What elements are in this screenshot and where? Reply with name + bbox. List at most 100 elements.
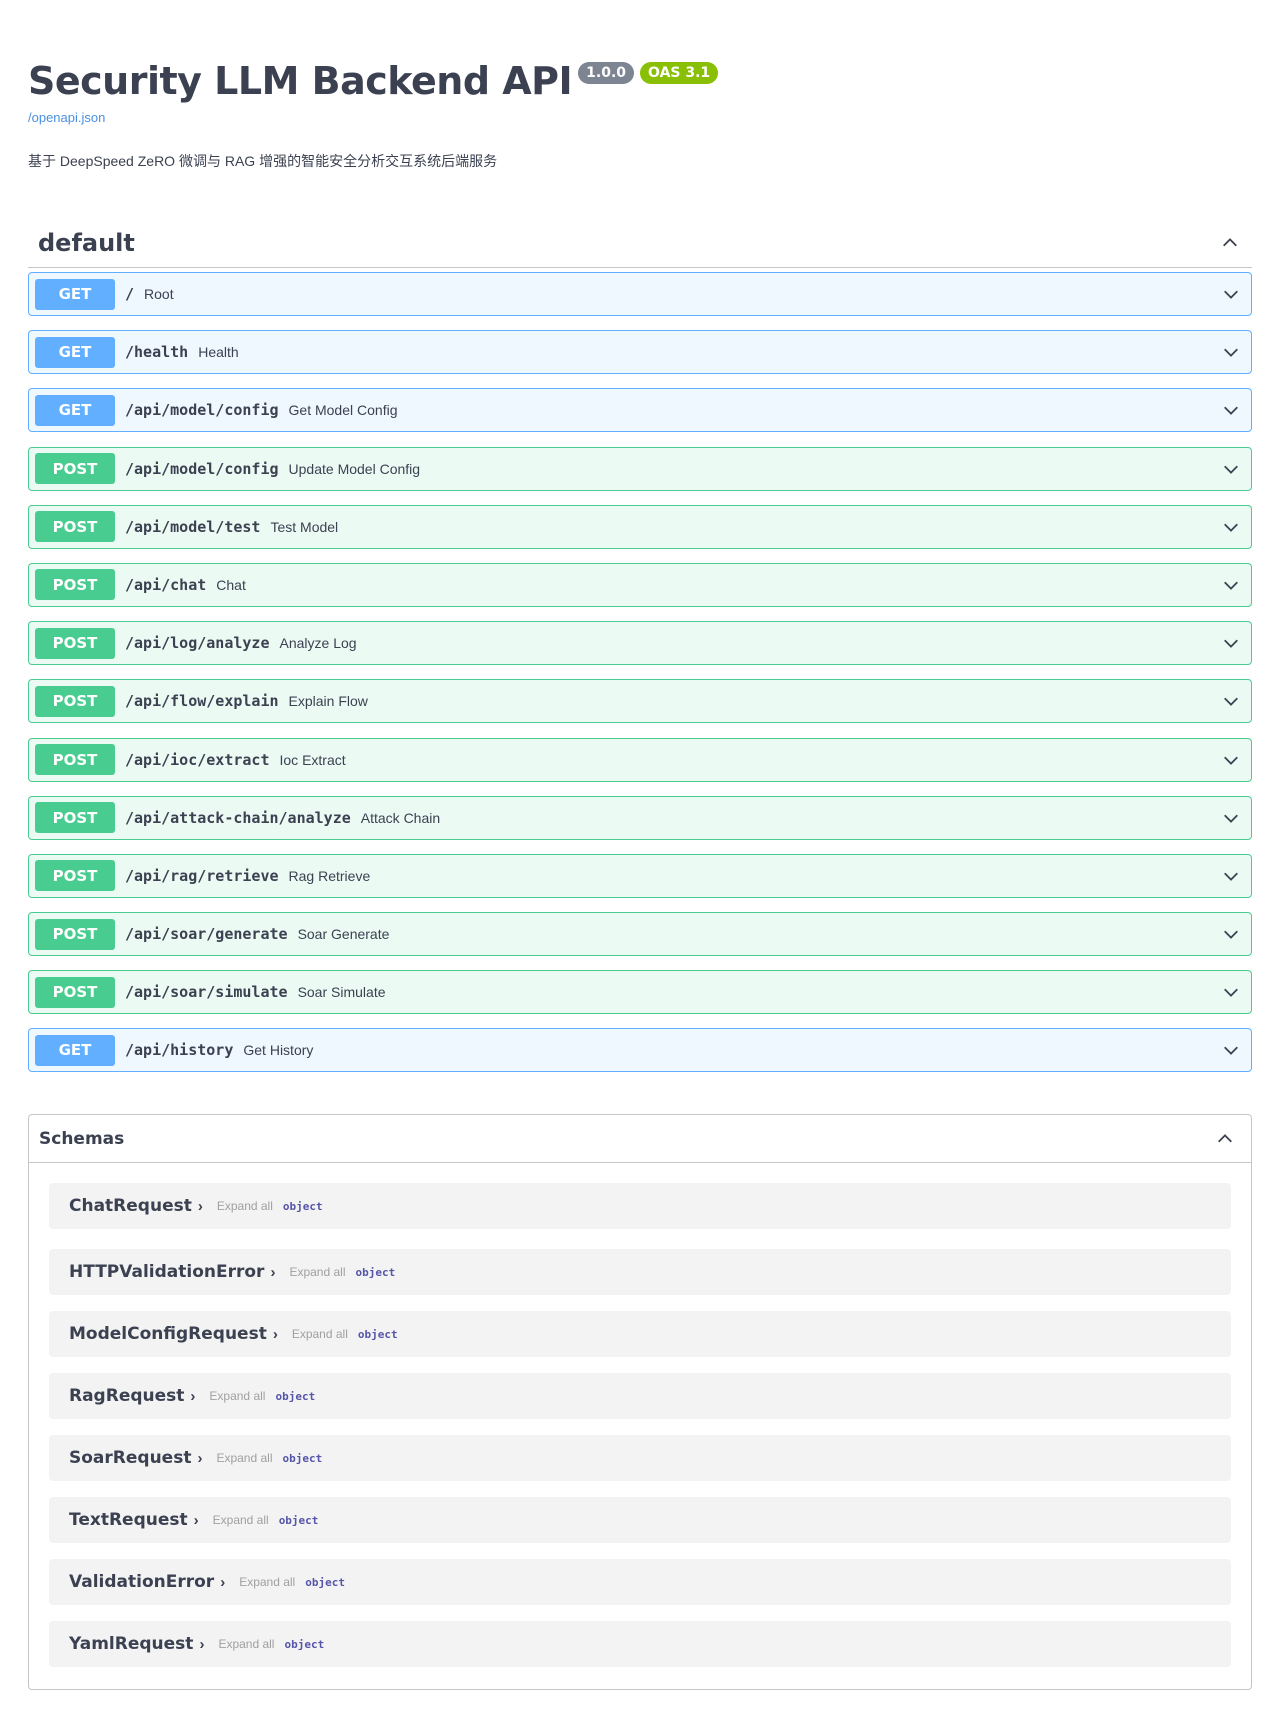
chevron-down-icon[interactable] [1221, 1040, 1241, 1060]
schemas-title: Schemas [39, 1128, 125, 1149]
operation-summary: Test Model [270, 518, 339, 535]
schema-type: object [355, 1265, 396, 1279]
title-row: Security LLM Backend API 1.0.0 OAS 3.1 [28, 56, 1252, 106]
operation-path: /api/chat [125, 575, 207, 594]
method-badge: GET [35, 1034, 115, 1066]
operation-path: /api/soar/simulate [125, 983, 288, 1002]
expand-all-button[interactable]: Expand all [292, 1327, 348, 1341]
chevron-down-icon[interactable] [1221, 459, 1241, 479]
expand-all-button[interactable]: Expand all [239, 1575, 295, 1589]
operation-path: / [125, 285, 135, 303]
operation-row[interactable]: POST/api/model/test Test Model [28, 504, 1252, 549]
operation-path: /api/model/test [125, 517, 261, 536]
api-title: Security LLM Backend API [28, 59, 573, 103]
operation-path: /api/soar/generate [125, 925, 288, 944]
schemas-header[interactable]: Schemas [29, 1115, 1251, 1163]
schema-name[interactable]: RagRequest [69, 1386, 184, 1406]
expand-all-button[interactable]: Expand all [289, 1265, 345, 1279]
operation-path: /api/ioc/extract [125, 750, 270, 769]
chevron-down-icon[interactable] [1221, 750, 1241, 770]
schemas-section: Schemas ChatRequest › Expand all object HTTP… [28, 1114, 1252, 1690]
chevron-down-icon[interactable] [1221, 691, 1241, 711]
chevron-right-icon[interactable]: › [199, 1636, 204, 1653]
openapi-json-link[interactable]: /openapi.json [28, 110, 1252, 125]
operation-summary: Update Model Config [288, 460, 421, 477]
operation-row[interactable]: GET/health Health [28, 330, 1252, 375]
chevron-down-icon[interactable] [1221, 575, 1241, 595]
operation-summary: Soar Simulate [297, 984, 386, 1001]
operation-row[interactable]: GET/api/model/config Get Model Config [28, 388, 1252, 433]
chevron-down-icon[interactable] [1221, 633, 1241, 653]
expand-all-button[interactable]: Expand all [209, 1389, 265, 1403]
chevron-right-icon[interactable]: › [220, 1574, 225, 1591]
schema-name[interactable]: TextRequest [69, 1510, 188, 1530]
method-badge: POST [35, 511, 115, 543]
expand-all-button[interactable]: Expand all [217, 1199, 273, 1213]
expand-all-button[interactable]: Expand all [213, 1513, 269, 1527]
chevron-right-icon[interactable]: › [197, 1450, 202, 1467]
schema-name[interactable]: ChatRequest [69, 1196, 192, 1216]
chevron-down-icon[interactable] [1221, 342, 1241, 362]
operation-row[interactable]: GET/api/history Get History [28, 1028, 1252, 1073]
chevron-right-icon[interactable]: › [190, 1388, 195, 1405]
chevron-up-icon[interactable] [1220, 233, 1240, 253]
operation-row[interactable]: POST/api/soar/simulate Soar Simulate [28, 970, 1252, 1015]
operation-row[interactable]: POST/api/flow/explain Explain Flow [28, 679, 1252, 724]
schema-row[interactable]: YamlRequest › Expand all object [49, 1621, 1231, 1667]
method-badge: GET [35, 336, 115, 368]
operation-summary: Get Model Config [288, 402, 398, 419]
chevron-down-icon[interactable] [1221, 866, 1241, 886]
version-badge: 1.0.0 [578, 62, 635, 84]
api-info: Security LLM Backend API 1.0.0 OAS 3.1 /… [28, 56, 1252, 171]
operation-path: /api/log/analyze [125, 634, 270, 653]
operation-row[interactable]: POST/api/chat Chat [28, 562, 1252, 607]
operation-summary: Rag Retrieve [288, 867, 371, 884]
expand-all-button[interactable]: Expand all [216, 1451, 272, 1465]
operation-path: /api/model/config [125, 401, 279, 420]
operation-path: /api/history [125, 1041, 234, 1060]
operation-row[interactable]: POST/api/log/analyze Analyze Log [28, 621, 1252, 666]
schema-name[interactable]: ValidationError [69, 1572, 214, 1592]
schema-row[interactable]: HTTPValidationError › Expand all object [49, 1249, 1231, 1295]
chevron-down-icon[interactable] [1221, 924, 1241, 944]
operation-path: /api/flow/explain [125, 692, 279, 711]
schema-row[interactable]: TextRequest › Expand all object [49, 1497, 1231, 1543]
operation-row[interactable]: GET / Root [28, 272, 1252, 316]
method-badge: GET [35, 278, 115, 310]
schema-row[interactable]: ModelConfigRequest › Expand all object [49, 1311, 1231, 1357]
schema-row[interactable]: SoarRequest › Expand all object [49, 1435, 1231, 1481]
schema-name[interactable]: ModelConfigRequest [69, 1324, 267, 1344]
tag-section-header[interactable]: default [28, 218, 1252, 268]
chevron-down-icon[interactable] [1221, 982, 1241, 1002]
method-badge: POST [35, 918, 115, 950]
schema-name[interactable]: HTTPValidationError [69, 1262, 264, 1282]
oas-badge: OAS 3.1 [640, 62, 719, 84]
operation-row[interactable]: POST/api/model/config Update Model Config [28, 446, 1252, 491]
operation-row[interactable]: POST/api/soar/generate Soar Generate [28, 912, 1252, 957]
chevron-right-icon[interactable]: › [270, 1264, 275, 1281]
schema-name[interactable]: YamlRequest [69, 1634, 193, 1654]
operation-summary: Root [144, 286, 174, 302]
schema-row[interactable]: ChatRequest › Expand all object [49, 1183, 1231, 1229]
method-badge: POST [35, 744, 115, 775]
expand-all-button[interactable]: Expand all [218, 1637, 274, 1651]
schema-row[interactable]: ValidationError › Expand all object [49, 1559, 1231, 1605]
chevron-down-icon[interactable] [1221, 808, 1241, 828]
chevron-right-icon[interactable]: › [273, 1326, 278, 1343]
chevron-down-icon[interactable] [1221, 400, 1241, 420]
schema-name[interactable]: SoarRequest [69, 1448, 191, 1468]
method-badge: POST [35, 685, 115, 717]
operation-row[interactable]: POST/api/attack-chain/analyze Attack Chai… [28, 795, 1252, 840]
chevron-right-icon[interactable]: › [194, 1512, 199, 1529]
operation-row[interactable]: POST/api/rag/retrieve Rag Retrieve [28, 853, 1252, 898]
chevron-up-icon[interactable] [1215, 1129, 1235, 1149]
schema-row[interactable]: RagRequest › Expand all object [49, 1373, 1231, 1419]
chevron-down-icon[interactable] [1221, 284, 1241, 304]
operation-row[interactable]: POST/api/ioc/extract Ioc Extract [28, 737, 1252, 782]
operation-path: /api/rag/retrieve [125, 866, 279, 885]
chevron-right-icon[interactable]: › [198, 1198, 203, 1215]
method-badge: POST [35, 976, 115, 1008]
operation-summary: Explain Flow [288, 693, 368, 710]
chevron-down-icon[interactable] [1221, 517, 1241, 537]
operation-summary: Analyze Log [279, 635, 357, 652]
